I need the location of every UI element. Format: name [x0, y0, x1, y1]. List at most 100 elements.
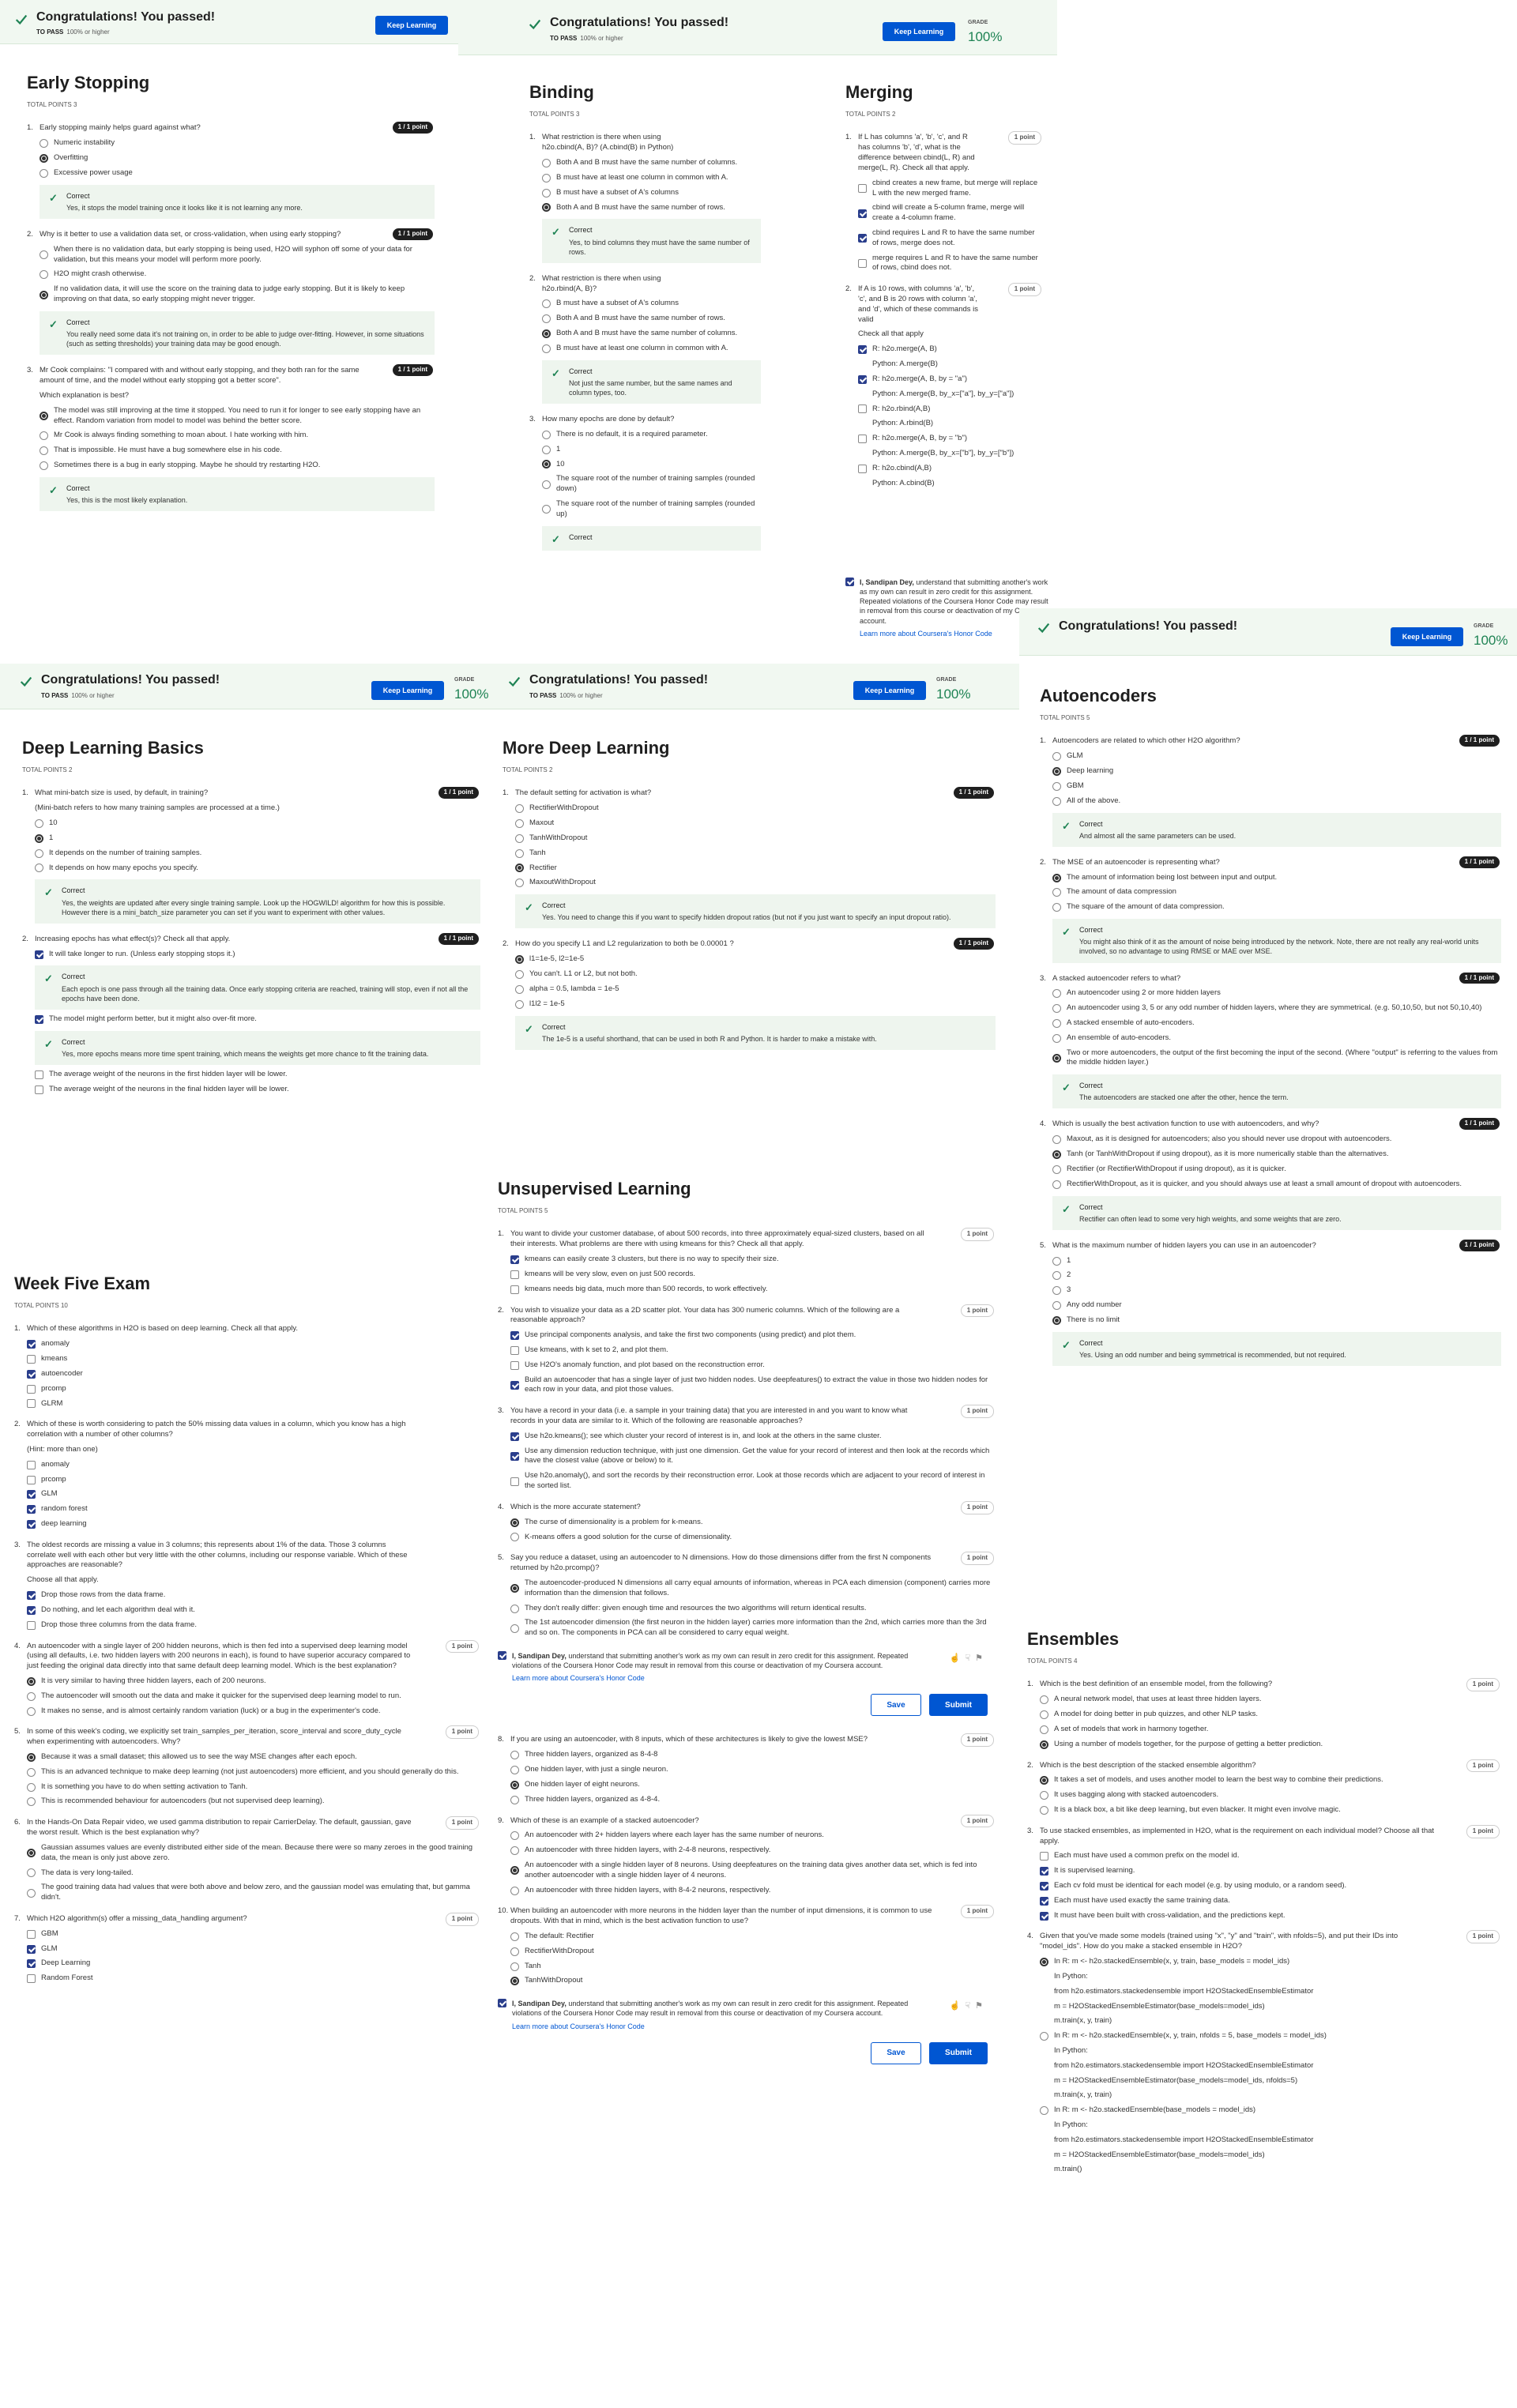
checkbox-icon[interactable] — [858, 209, 867, 218]
checkbox-option[interactable]: The average weight of the neurons in the… — [35, 1085, 480, 1095]
radio-icon[interactable] — [515, 879, 524, 888]
radio-option[interactable]: B must have at least one column in commo… — [542, 173, 761, 183]
checkbox-icon[interactable] — [510, 1380, 519, 1390]
radio-option[interactable]: Sometimes there is a bug in early stoppi… — [40, 461, 435, 471]
checkbox-option[interactable]: It is supervised learning. — [1040, 1866, 1501, 1876]
checkbox-option[interactable]: anomaly — [27, 1339, 480, 1349]
checkbox-option[interactable]: R: h2o.merge(A, B) — [858, 344, 1043, 355]
radio-icon[interactable] — [542, 344, 551, 353]
radio-option[interactable]: If no validation data, it will use the s… — [40, 284, 435, 305]
radio-option[interactable]: 3 — [1052, 1285, 1501, 1296]
radio-option[interactable]: 10 — [35, 818, 480, 829]
radio-icon[interactable] — [510, 1977, 519, 1986]
radio-icon[interactable] — [27, 1752, 36, 1762]
radio-option[interactable]: TanhWithDropout — [515, 833, 996, 844]
radio-icon[interactable] — [1052, 1053, 1061, 1063]
radio-icon[interactable] — [542, 430, 551, 439]
checkbox-option[interactable]: Random Forest — [27, 1973, 480, 1984]
radio-icon[interactable] — [27, 1849, 36, 1858]
checkbox-icon[interactable] — [27, 1591, 36, 1601]
radio-icon[interactable] — [542, 329, 551, 338]
checkbox-icon[interactable] — [510, 1285, 519, 1294]
radio-icon[interactable] — [1052, 888, 1061, 897]
radio-icon[interactable] — [40, 446, 48, 456]
radio-icon[interactable] — [542, 203, 551, 213]
checkbox-option[interactable]: cbind requires L and R to have the same … — [858, 228, 1043, 249]
checkbox-option[interactable]: Use h2o.anomaly(), and sort the records … — [510, 1471, 996, 1492]
radio-option[interactable]: There is no default, it is a required pa… — [542, 430, 761, 440]
radio-option[interactable]: This is an advanced technique to make de… — [27, 1767, 480, 1778]
radio-option[interactable]: Three hidden layers, organized as 4-8-4. — [510, 1795, 996, 1805]
radio-option[interactable]: That is impossible. He must have a bug s… — [40, 446, 435, 456]
radio-option[interactable]: You can't. L1 or L2, but not both. — [515, 969, 996, 980]
feedback-icons[interactable]: ☝☟⚑ — [950, 1653, 988, 1665]
radio-icon[interactable] — [27, 1691, 36, 1701]
checkbox-option[interactable]: Use any dimension reduction technique, w… — [510, 1447, 996, 1467]
checkbox-icon[interactable] — [858, 234, 867, 243]
radio-option[interactable]: Any odd number — [1052, 1300, 1501, 1311]
radio-icon[interactable] — [27, 1797, 36, 1807]
checkbox-option[interactable]: Each cv fold must be identical for each … — [1040, 1881, 1501, 1891]
checkbox-icon[interactable] — [510, 1345, 519, 1355]
radio-option[interactable]: An autoencoder using 3, 5 or any odd num… — [1052, 1003, 1501, 1014]
radio-option[interactable]: It takes a set of models, and uses anoth… — [1040, 1775, 1501, 1785]
radio-option[interactable]: The model was still improving at the tim… — [40, 406, 435, 427]
radio-icon[interactable] — [1052, 1033, 1061, 1043]
checkbox-icon[interactable] — [510, 1360, 519, 1370]
radio-option[interactable]: The curse of dimensionality is a problem… — [510, 1518, 996, 1528]
radio-option[interactable]: B must have at least one column in commo… — [542, 344, 761, 354]
radio-option[interactable]: Both A and B must have the same number o… — [542, 203, 761, 213]
checkbox-option[interactable]: Use kmeans, with k set to 2, and plot th… — [510, 1345, 996, 1356]
radio-icon[interactable] — [542, 460, 551, 469]
radio-icon[interactable] — [1052, 873, 1061, 882]
radio-option[interactable]: GBM — [1052, 781, 1501, 792]
radio-icon[interactable] — [1052, 1286, 1061, 1296]
checkbox-icon[interactable] — [27, 1384, 36, 1394]
radio-icon[interactable] — [1052, 781, 1061, 791]
checkbox-option[interactable]: cbind will create a 5-column frame, merg… — [858, 203, 1043, 224]
checkbox-option[interactable]: Use H2O's anomaly function, and plot bas… — [510, 1360, 996, 1371]
radio-icon[interactable] — [510, 1604, 519, 1613]
radio-icon[interactable] — [35, 819, 43, 829]
checkbox-icon[interactable] — [858, 374, 867, 384]
checkbox-icon[interactable] — [858, 404, 867, 414]
radio-icon[interactable] — [510, 1932, 519, 1941]
checkbox-option[interactable]: kmeans — [27, 1354, 480, 1364]
radio-option[interactable]: GLM — [1052, 751, 1501, 762]
radio-option[interactable]: Maxout, as it is designed for autoencode… — [1052, 1134, 1501, 1145]
radio-option[interactable]: Two or more autoencoders, the output of … — [1052, 1048, 1501, 1069]
checkbox-option[interactable]: deep learning — [27, 1519, 480, 1529]
checkbox-option[interactable]: Drop those three columns from the data f… — [27, 1620, 480, 1631]
radio-icon[interactable] — [40, 250, 48, 260]
keep-learning-button[interactable]: Keep Learning — [853, 681, 926, 700]
radio-option[interactable]: The 1st autoencoder dimension (the first… — [510, 1618, 996, 1639]
radio-option[interactable]: This is recommended behaviour for autoen… — [27, 1797, 480, 1807]
radio-icon[interactable] — [510, 1831, 519, 1841]
radio-option[interactable]: RectifierWithDropout — [510, 1947, 996, 1957]
radio-icon[interactable] — [1052, 1256, 1061, 1266]
checkbox-icon[interactable] — [35, 1085, 43, 1094]
radio-option[interactable]: One hidden layer of eight neurons. — [510, 1780, 996, 1790]
checkbox-icon[interactable] — [858, 345, 867, 355]
radio-icon[interactable] — [1040, 1791, 1048, 1800]
radio-icon[interactable] — [510, 1947, 519, 1956]
save-button[interactable]: Save — [871, 2041, 921, 2064]
checkbox-icon[interactable] — [1040, 1911, 1048, 1921]
checkbox-option[interactable]: autoencoder — [27, 1369, 480, 1379]
radio-icon[interactable] — [510, 1846, 519, 1856]
radio-icon[interactable] — [510, 1533, 519, 1542]
checkbox-option[interactable]: kmeans can easily create 3 clusters, but… — [510, 1255, 996, 1265]
keep-learning-button[interactable]: Keep Learning — [883, 22, 955, 41]
radio-option[interactable]: When there is no validation data, but ea… — [40, 245, 435, 265]
radio-icon[interactable] — [510, 1751, 519, 1760]
submit-button[interactable]: Submit — [929, 2041, 988, 2064]
radio-icon[interactable] — [1052, 903, 1061, 912]
radio-option[interactable]: The amount of information being lost bet… — [1052, 873, 1501, 883]
checkbox-option[interactable]: It must have been built with cross-valid… — [1040, 1911, 1501, 1921]
radio-icon[interactable] — [27, 1782, 36, 1792]
checkbox-icon[interactable] — [858, 464, 867, 473]
radio-icon[interactable] — [35, 848, 43, 858]
radio-option[interactable]: Maxout — [515, 818, 996, 829]
checkbox-option[interactable]: The average weight of the neurons in the… — [35, 1070, 480, 1080]
radio-icon[interactable] — [1052, 1135, 1061, 1145]
